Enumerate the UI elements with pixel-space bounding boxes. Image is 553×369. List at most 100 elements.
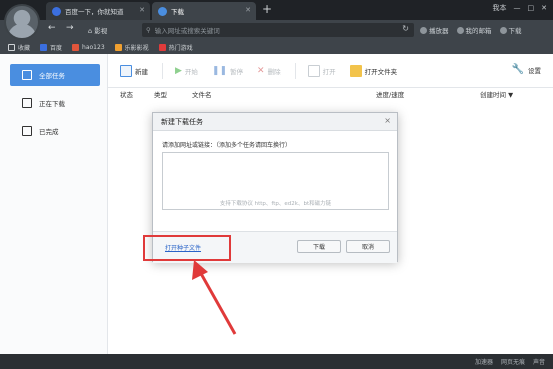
baidu-icon (40, 43, 48, 51)
accelerator-toggle[interactable]: 加速器 (475, 357, 493, 366)
toolbar-label: 删除 (267, 67, 281, 76)
bookmark-games[interactable]: 热门游戏 (158, 43, 193, 52)
navigation-bar: ← → ⌂ 影视 ⚲ 输入网址或搜索关键词 ↻ 播放器 我的邮箱 下载 (0, 20, 553, 40)
bookmark-label: 百度 (50, 44, 63, 52)
player-button[interactable]: 播放器 (420, 25, 449, 35)
download-button[interactable]: 下载 (499, 25, 522, 35)
column-header: 状态 类型 文件名 进度/速度 创建时间 ▼ (108, 88, 553, 100)
player-icon (420, 27, 427, 34)
tab-label: 下载 (171, 8, 184, 16)
download-icon (499, 27, 507, 34)
cancel-button[interactable]: 取消 (346, 240, 390, 253)
bookmark-hao123[interactable]: hao123 (72, 43, 105, 51)
mail-icon (456, 27, 464, 34)
settings-label: 设置 (528, 66, 541, 75)
open-button[interactable]: 打开 (307, 64, 336, 77)
bookmark-baidu[interactable]: 百度 (40, 43, 62, 52)
toolbar-divider (162, 62, 163, 79)
close-icon[interactable]: ✕ (245, 6, 251, 14)
downloading-icon (22, 98, 32, 108)
toolbar-divider (294, 62, 296, 79)
player-label: 播放器 (429, 27, 449, 35)
pause-icon: ❚❚ (211, 65, 228, 76)
pause-button[interactable]: ❚❚ 暂停 (212, 66, 243, 76)
sound-toggle[interactable]: 声音 (533, 357, 545, 366)
dialog-hint: 请添加网址或链接：（添加多个任务请回车换行） (162, 142, 292, 149)
maximize-icon[interactable]: □ (528, 4, 535, 12)
wrench-icon: 🔧 (511, 64, 524, 75)
baidu-icon (52, 6, 61, 16)
sidebar-item-label: 正在下载 (39, 100, 65, 108)
address-placeholder: 输入网址或搜索关键词 (154, 27, 220, 35)
bookmark-label: 乐影影视 (124, 44, 149, 52)
tab-downloads[interactable]: 下载 ✕ (152, 2, 256, 20)
add-icon (120, 64, 132, 77)
search-icon: ⚲ (146, 26, 151, 34)
mail-label: 我的邮箱 (465, 27, 492, 35)
tab-baidu[interactable]: 百度一下，你就知道 ✕ (46, 2, 150, 20)
close-icon[interactable]: ✕ (139, 6, 145, 14)
download-button[interactable]: 下载 (297, 240, 341, 253)
window-controls: 我本 — □ ✕ (493, 3, 548, 13)
col-status[interactable]: 状态 (120, 89, 133, 99)
bookmarks-bar: 收藏 百度 hao123 乐影影视 热门游戏 (0, 40, 553, 54)
completed-icon (22, 126, 32, 136)
back-icon[interactable]: ← (48, 23, 56, 33)
url-input-placeholder: 支持下载协议 http、ftp、ed2k、bt和磁力链 (219, 201, 332, 207)
delete-icon: ✕ (257, 65, 265, 76)
game-icon (158, 43, 166, 51)
col-created[interactable]: 创建时间 ▼ (480, 89, 513, 99)
mail-button[interactable]: 我的邮箱 (456, 25, 492, 35)
download-label: 下载 (508, 27, 522, 35)
sidebar: 全部任务 正在下载 已完成 (0, 54, 108, 354)
home-button[interactable]: ⌂ 影视 (88, 25, 107, 35)
nav-right-tools: 播放器 我的邮箱 下载 (420, 25, 522, 35)
user-name[interactable]: 我本 (493, 3, 507, 13)
settings-button[interactable]: 🔧 设置 (512, 64, 541, 75)
bookmark-label: 收藏 (18, 44, 31, 52)
tab-bar: 百度一下，你就知道 ✕ 下载 ✕ + 我本 — □ ✕ (0, 0, 553, 20)
delete-button[interactable]: ✕ 删除 (257, 66, 281, 76)
folder-icon (349, 64, 362, 77)
toolbar-label: 打开 (322, 67, 336, 76)
bookmark-video[interactable]: 乐影影视 (114, 43, 149, 52)
sidebar-item-completed[interactable]: 已完成 (10, 120, 100, 142)
start-button[interactable]: ▶ 开始 (175, 66, 198, 76)
close-icon[interactable]: × (384, 116, 391, 125)
folder-icon (8, 43, 15, 51)
toolbar: 新建 ▶ 开始 ❚❚ 暂停 ✕ 删除 打开 打开文件夹 🔧 设置 (108, 54, 553, 88)
close-window-icon[interactable]: ✕ (541, 4, 547, 12)
tab-label: 百度一下，你就知道 (65, 8, 124, 16)
play-icon: ▶ (175, 65, 182, 76)
bookmark-favorites[interactable]: 收藏 (8, 43, 30, 52)
home-label: 影视 (94, 27, 108, 35)
status-bar: 加速器 网页无痕 声音 (0, 354, 553, 369)
address-bar[interactable]: ⚲ 输入网址或搜索关键词 ↻ (142, 23, 414, 37)
file-icon (307, 64, 320, 77)
sidebar-item-label: 已完成 (39, 128, 59, 136)
incognito-toggle[interactable]: 网页无痕 (501, 357, 525, 366)
video-icon (114, 43, 122, 51)
sidebar-item-label: 全部任务 (39, 72, 65, 80)
bookmark-label: hao123 (82, 43, 105, 51)
minimize-icon[interactable]: — (514, 4, 521, 12)
toolbar-label: 新建 (135, 67, 148, 76)
new-task-button[interactable]: 新建 (120, 64, 148, 77)
col-progress[interactable]: 进度/速度 (376, 89, 404, 99)
col-type[interactable]: 类型 (154, 89, 167, 99)
avatar[interactable] (4, 4, 40, 40)
toolbar-label: 打开文件夹 (364, 67, 398, 76)
download-icon (158, 6, 167, 16)
sidebar-item-downloading[interactable]: 正在下载 (10, 92, 100, 114)
sidebar-item-all-tasks[interactable]: 全部任务 (10, 64, 100, 86)
reload-icon[interactable]: ↻ (402, 24, 409, 33)
dialog-title-bar: 新建下载任务 × (153, 113, 397, 131)
open-folder-button[interactable]: 打开文件夹 (349, 64, 398, 77)
url-input[interactable]: 支持下载协议 http、ftp、ed2k、bt和磁力链 (162, 152, 389, 210)
new-tab-button[interactable]: + (262, 2, 272, 16)
forward-icon[interactable]: → (66, 23, 74, 33)
bookmark-label: 热门游戏 (168, 44, 193, 52)
annotation-arrow-icon (192, 260, 237, 335)
toolbar-label: 暂停 (230, 67, 244, 76)
col-filename[interactable]: 文件名 (192, 89, 212, 99)
